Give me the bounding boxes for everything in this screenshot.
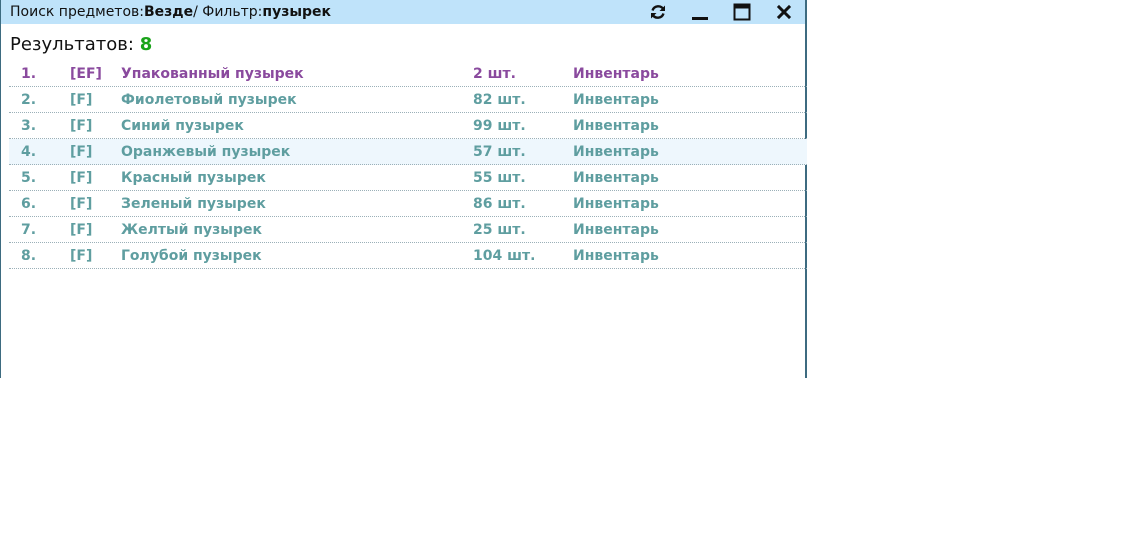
item-number: 5. [21, 169, 37, 186]
minimize-button[interactable] [679, 0, 721, 24]
item-quantity: 82 шт. [473, 91, 526, 108]
item-location: Инвентарь [573, 65, 659, 82]
item-quantity: 86 шт. [473, 195, 526, 212]
close-icon [776, 4, 792, 20]
filter-separator: / Фильтр: [193, 4, 263, 20]
results-count: 8 [139, 34, 153, 55]
item-location: Инвентарь [573, 143, 659, 160]
results-label: Результатов: [10, 34, 140, 55]
list-item[interactable]: 4. [F] Оранжевый пузырек 57 шт. Инвентар… [9, 139, 807, 165]
item-number: 4. [21, 143, 37, 160]
item-tag: [F] [70, 221, 93, 238]
maximize-icon [733, 3, 751, 21]
maximize-button[interactable] [721, 0, 763, 24]
item-name: Красный пузырек [121, 169, 266, 186]
item-quantity: 57 шт. [473, 143, 526, 160]
item-name: Желтый пузырек [121, 221, 262, 238]
item-tag: [F] [70, 143, 93, 160]
item-number: 7. [21, 221, 37, 238]
item-number: 1. [21, 65, 37, 82]
item-search-window: Поиск предметов: Везде / Фильтр: пузырек [0, 0, 807, 378]
item-quantity: 25 шт. [473, 221, 526, 238]
results-list: 1. [EF] Упакованный пузырек 2 шт. Инвент… [9, 61, 807, 269]
list-item[interactable]: 7. [F] Желтый пузырек 25 шт. Инвентарь [9, 217, 807, 243]
search-prefix: Поиск предметов: [10, 4, 144, 20]
item-tag: [F] [70, 117, 93, 134]
list-item[interactable]: 3. [F] Синий пузырек 99 шт. Инвентарь [9, 113, 807, 139]
item-location: Инвентарь [573, 91, 659, 108]
item-name: Оранжевый пузырек [121, 143, 291, 160]
item-location: Инвентарь [573, 247, 659, 264]
window-controls [637, 0, 805, 24]
item-quantity: 2 шт. [473, 65, 516, 82]
titlebar: Поиск предметов: Везде / Фильтр: пузырек [1, 0, 805, 24]
item-number: 3. [21, 117, 37, 134]
item-tag: [F] [70, 169, 93, 186]
close-button[interactable] [763, 0, 805, 24]
refresh-icon [651, 5, 665, 19]
list-item[interactable]: 8. [F] Голубой пузырек 104 шт. Инвентарь [9, 243, 807, 269]
list-item[interactable]: 6. [F] Зеленый пузырек 86 шт. Инвентарь [9, 191, 807, 217]
item-tag: [F] [70, 247, 93, 264]
item-quantity: 99 шт. [473, 117, 526, 134]
item-tag: [EF] [70, 65, 102, 82]
item-number: 6. [21, 195, 37, 212]
item-name: Голубой пузырек [121, 247, 262, 264]
item-name: Фиолетовый пузырек [121, 91, 297, 108]
item-location: Инвентарь [573, 169, 659, 186]
item-tag: [F] [70, 195, 93, 212]
item-quantity: 104 шт. [473, 247, 536, 264]
list-item[interactable]: 1. [EF] Упакованный пузырек 2 шт. Инвент… [9, 61, 807, 87]
item-quantity: 55 шт. [473, 169, 526, 186]
item-number: 8. [21, 247, 37, 264]
item-name: Упакованный пузырек [121, 65, 304, 82]
item-number: 2. [21, 91, 37, 108]
minimize-icon [692, 17, 708, 20]
list-item[interactable]: 2. [F] Фиолетовый пузырек 82 шт. Инвента… [9, 87, 807, 113]
item-name: Зеленый пузырек [121, 195, 266, 212]
refresh-button[interactable] [637, 0, 679, 24]
search-scope: Везде [144, 4, 194, 20]
item-location: Инвентарь [573, 221, 659, 238]
item-name: Синий пузырек [121, 117, 244, 134]
filter-value: пузырек [262, 4, 332, 20]
item-location: Инвентарь [573, 117, 659, 134]
list-item[interactable]: 5. [F] Красный пузырек 55 шт. Инвентарь [9, 165, 807, 191]
item-location: Инвентарь [573, 195, 659, 212]
item-tag: [F] [70, 91, 93, 108]
results-summary: Результатов: 8 [10, 33, 805, 57]
